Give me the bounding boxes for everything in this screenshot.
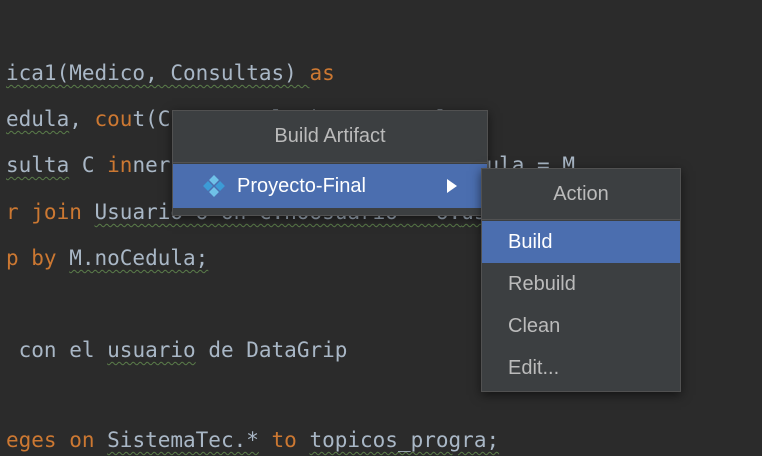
code-line[interactable]: p by M.noCedula; <box>6 243 208 273</box>
code-token: sulta <box>6 153 70 177</box>
menu-item-proyecto-final[interactable]: Proyecto-Final <box>173 164 487 208</box>
action-popup: Action Build Rebuild Clean Edit... <box>481 168 681 392</box>
code-token: p by <box>6 246 70 270</box>
menu-item-rebuild[interactable]: Rebuild <box>482 263 680 305</box>
submenu-arrow-icon <box>447 179 457 193</box>
code-token: edula <box>6 107 70 131</box>
code-token: SistemaTec.* <box>107 428 259 452</box>
code-token: topicos_progra; <box>309 428 500 452</box>
code-token: cou <box>94 107 133 131</box>
popup-title: Build Artifact <box>274 125 386 147</box>
artifact-icon <box>203 175 225 197</box>
popup-separator <box>173 162 487 163</box>
code-token: to <box>258 428 310 452</box>
code-token: ica1(Medico, Consultas) <box>6 61 310 85</box>
popup-title: Action <box>553 183 609 205</box>
menu-item-clean[interactable]: Clean <box>482 305 680 347</box>
code-line[interactable]: eges on SistemaTec.* to topicos_progra; <box>6 425 499 455</box>
code-token: usuario <box>107 338 196 362</box>
menu-item-label: Edit... <box>508 356 560 379</box>
code-token: de DataGrip <box>195 338 348 362</box>
code-token: eges on <box>6 428 108 452</box>
menu-item-label: Proyecto-Final <box>237 174 366 197</box>
menu-item-label: Build <box>508 230 553 253</box>
menu-item-edit[interactable]: Edit... <box>482 347 680 389</box>
code-line[interactable]: con el usuario de DataGrip <box>6 335 348 365</box>
popup-separator <box>482 219 680 220</box>
code-token: , <box>69 107 95 131</box>
menu-item-label: Rebuild <box>508 272 576 295</box>
menu-item-build[interactable]: Build <box>482 221 680 263</box>
build-artifact-popup: Build Artifact Proyecto-Final <box>172 110 488 216</box>
code-token: in <box>107 153 133 177</box>
code-token: con el <box>6 338 108 362</box>
menu-item-label: Clean <box>508 314 561 337</box>
code-line[interactable]: ica1(Medico, Consultas) as <box>6 58 335 88</box>
code-token: as <box>309 61 335 85</box>
code-token: r join <box>6 200 95 224</box>
code-token: M.noCedula; <box>69 246 209 270</box>
code-token: C <box>69 153 108 177</box>
